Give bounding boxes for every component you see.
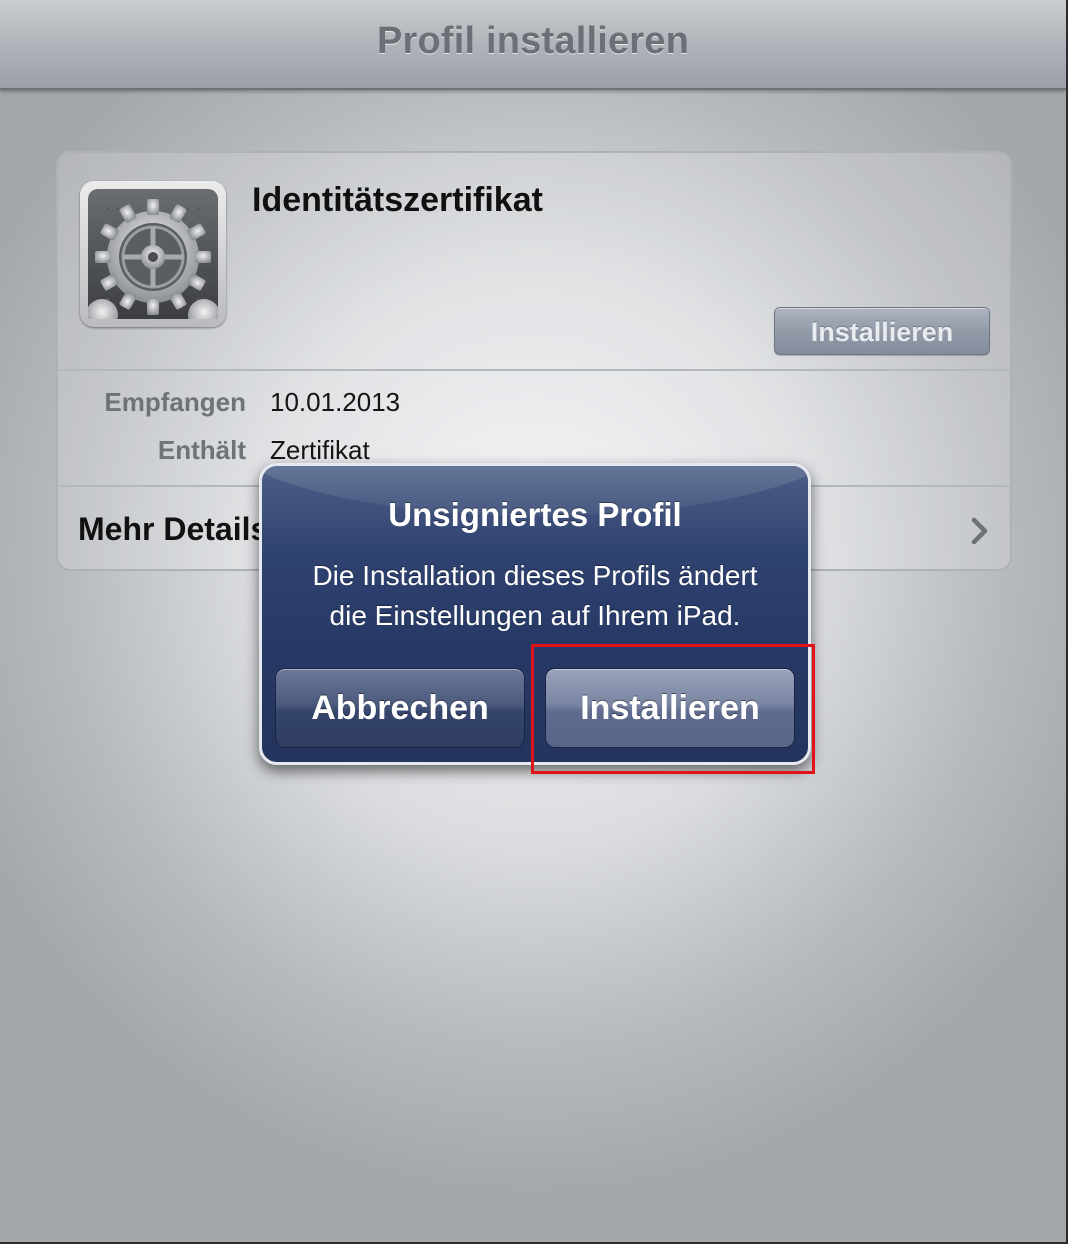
profile-header: Identitätszertifikat Installieren: [58, 153, 1010, 371]
confirm-install-button[interactable]: Installieren: [545, 668, 795, 748]
cancel-button[interactable]: Abbrechen: [275, 668, 525, 748]
install-button[interactable]: Installieren: [774, 307, 990, 355]
info-row-received: Empfangen 10.01.2013: [58, 387, 1010, 427]
more-details-label: Mehr Details: [78, 511, 269, 547]
info-label: Empfangen: [104, 387, 246, 417]
settings-gear-icon: [80, 181, 226, 327]
page-title: Profil installieren: [376, 20, 690, 62]
alert-message-line: die Einstellungen auf Ihrem iPad.: [329, 600, 741, 631]
chevron-right-icon: [971, 517, 988, 545]
alert-title: Unsigniertes Profil: [388, 496, 682, 533]
alert-message: Die Installation dieses Profils ändert d…: [272, 556, 798, 636]
info-value: 10.01.2013: [270, 387, 401, 417]
navigation-bar: Profil installieren: [0, 0, 1066, 90]
alert-message-line: Die Installation dieses Profils ändert: [312, 560, 758, 591]
profile-name: Identitätszertifikat: [252, 181, 543, 219]
unsigned-profile-alert: Unsigniertes Profil Die Installation die…: [259, 463, 811, 765]
info-value: Zertifikat: [270, 435, 370, 465]
info-label: Enthält: [157, 435, 246, 465]
